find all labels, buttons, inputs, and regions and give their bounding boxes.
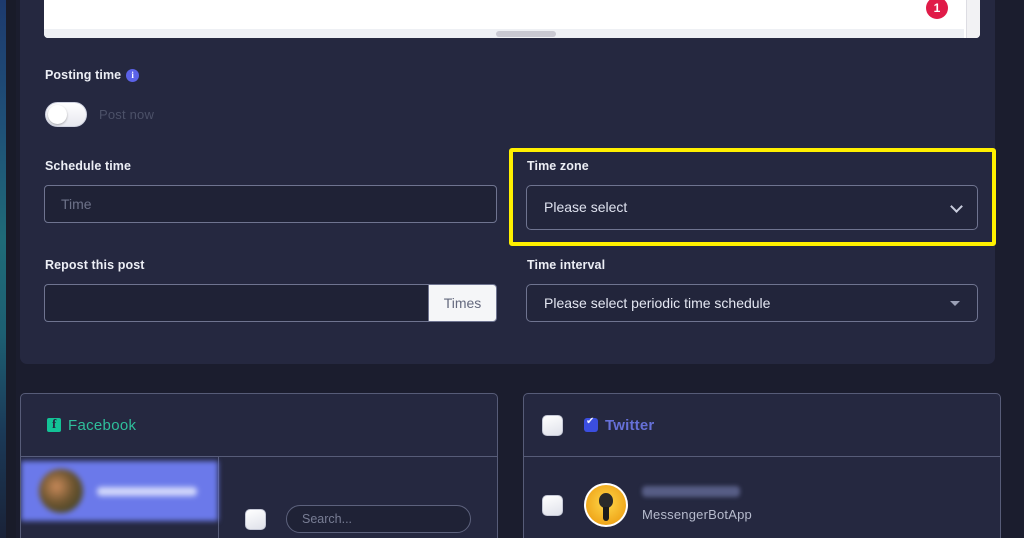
twitter-panel: Twitter MessengerBotApp [523,393,1001,538]
schedule-time-label: Schedule time [45,159,132,173]
time-zone-label: Time zone [527,159,589,173]
avatar [39,469,83,513]
schedule-post-page: by Lord Chesterfield 1 Posting timei Pos… [0,0,1024,538]
post-now-toggle-row[interactable]: Post now [45,102,154,127]
caret-down-icon [950,301,960,306]
twitter-account-handle: MessengerBotApp [642,507,752,522]
facebook-account-list [21,457,219,538]
twitter-select-all-checkbox[interactable] [542,414,563,436]
facebook-account-name [97,486,197,496]
twitter-panel-header: Twitter [524,394,1000,457]
facebook-panel-header: Facebook [21,394,497,457]
facebook-search-row: Search... [219,457,497,538]
post-content-editor[interactable]: by Lord Chesterfield [44,0,980,38]
facebook-icon [47,416,61,432]
twitter-account-row[interactable]: MessengerBotApp [524,457,1000,538]
editor-horizontal-scroll-thumb[interactable] [496,31,556,37]
time-zone-select[interactable]: Please select [526,185,978,230]
time-zone-selected-value: Please select [544,199,628,215]
post-now-label: Post now [99,107,155,122]
time-interval-select[interactable]: Please select periodic time schedule [526,284,978,322]
facebook-panel-title: Facebook [68,416,137,434]
facebook-search-input[interactable]: Search... [286,505,471,533]
repost-times-addon: Times [428,284,497,322]
twitter-account-checkbox[interactable] [542,494,563,516]
editor-horizontal-scrollbar[interactable] [44,29,964,38]
posting-time-label: Posting time i [45,68,140,82]
facebook-select-all-checkbox[interactable] [245,508,266,530]
repost-count-input[interactable] [44,284,428,322]
repost-input-group: Times [44,284,497,322]
time-interval-label: Time interval [527,258,606,272]
posting-time-label-text: Posting time [45,68,122,82]
facebook-account-item[interactable] [21,461,218,521]
avatar [584,483,628,527]
info-icon[interactable]: i [126,69,140,82]
avatar-image [586,485,626,525]
facebook-panel-body: Search... [21,457,497,538]
left-gutter [6,0,16,538]
time-interval-selected-value: Please select periodic time schedule [544,295,771,311]
editor-vertical-scrollbar[interactable] [966,0,980,38]
post-now-toggle[interactable] [45,102,87,127]
facebook-panel: Facebook Search... [20,393,498,538]
twitter-icon [584,416,598,432]
twitter-account-text: MessengerBotApp [642,486,752,524]
chevron-down-icon [950,200,963,213]
twitter-account-display-name [642,486,740,497]
twitter-panel-title: Twitter [605,416,655,434]
schedule-time-input[interactable]: Time [44,185,497,223]
repost-this-post-label: Repost this post [45,258,145,272]
toggle-knob [48,105,67,124]
